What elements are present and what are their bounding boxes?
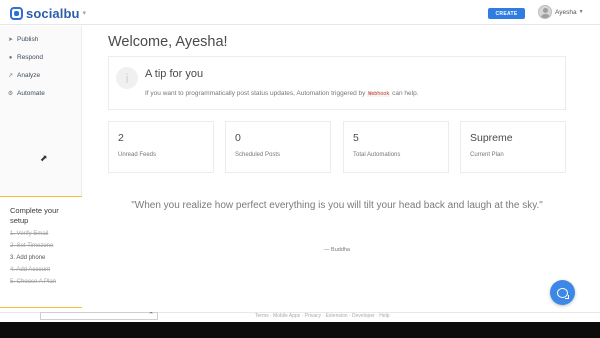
tip-text-after: can help. — [392, 90, 419, 97]
main-content: Welcome, Ayesha! i A tip for you If you … — [83, 26, 600, 322]
stat-label: Scheduled Posts — [235, 152, 281, 158]
setup-panel: Complete your setup 1. Verify Email 2. S… — [0, 196, 82, 322]
tip-text: If you want to programmatically post sta… — [145, 90, 419, 97]
tip-code[interactable]: Webhook — [367, 91, 391, 97]
gears-icon: ⚙ — [7, 91, 14, 97]
stat-card-total-automations[interactable]: 5 Total Automations — [343, 121, 449, 173]
setup-step-choose-plan[interactable]: 5. Choose A Plan — [10, 279, 56, 285]
user-name: Ayesha — [555, 8, 577, 16]
setup-title: Complete your setup — [10, 206, 59, 225]
user-menu[interactable]: Ayesha ▼ — [538, 5, 584, 19]
page-title: Welcome, Ayesha! — [108, 34, 228, 50]
tip-text-before: If you want to programmatically post sta… — [145, 90, 366, 97]
stat-value: 2 — [118, 132, 124, 144]
chevron-down-icon: ▼ — [578, 9, 584, 15]
brand-name: socialbu — [26, 5, 80, 21]
tip-title: A tip for you — [145, 68, 204, 80]
mouse-cursor-icon: ⬈ — [40, 153, 48, 163]
top-bar: socialbu ▾ CREATE Ayesha ▼ — [0, 0, 600, 25]
sidebar-item-analyze[interactable]: ↗ Analyze — [7, 72, 40, 79]
sidebar-item-automate[interactable]: ⚙ Automate — [7, 90, 45, 97]
app-window: socialbu ▾ CREATE Ayesha ▼ ➤ Publish ● R… — [0, 0, 600, 322]
create-button-label: CREATE — [495, 10, 518, 17]
stat-value: 5 — [353, 132, 359, 144]
setup-step-verify-email[interactable]: 1. Verify Email — [10, 231, 48, 237]
sidebar: ➤ Publish ● Respond ↗ Analyze ⚙ Automate… — [0, 26, 82, 322]
paper-plane-icon: ➤ — [7, 37, 14, 43]
tip-card: i A tip for you If you want to programma… — [108, 56, 566, 110]
sidebar-item-label: Analyze — [17, 72, 41, 79]
sidebar-item-respond[interactable]: ● Respond — [7, 54, 43, 61]
stat-card-scheduled-posts[interactable]: 0 Scheduled Posts — [225, 121, 331, 173]
setup-step-set-timezone[interactable]: 2. Set Timezone — [10, 243, 53, 249]
stat-label: Current Plan — [470, 152, 504, 158]
socialbu-logo-icon — [10, 6, 23, 20]
stat-card-unread-feeds[interactable]: 2 Unread Feeds — [108, 121, 214, 173]
chevron-down-icon: ▾ — [82, 10, 87, 17]
stat-label: Total Automations — [353, 152, 401, 158]
setup-step-add-phone[interactable]: 3. Add phone — [10, 255, 45, 261]
screen-border — [0, 322, 600, 338]
chat-button[interactable] — [550, 280, 575, 305]
chart-icon: ↗ — [7, 73, 14, 79]
stat-value: Supreme — [470, 132, 513, 144]
quote-text: "When you realize how perfect everything… — [131, 200, 543, 211]
sidebar-item-publish[interactable]: ➤ Publish — [7, 36, 38, 43]
footer-links[interactable]: Terms · Mobile Apps · Privacy · Extensio… — [255, 313, 390, 319]
stat-label: Unread Feeds — [118, 152, 157, 158]
setup-divider — [0, 307, 82, 308]
sidebar-item-label: Respond — [17, 54, 44, 61]
avatar — [538, 5, 552, 19]
setup-step-add-account[interactable]: 4. Add Account — [10, 267, 50, 273]
stat-card-current-plan[interactable]: Supreme Current Plan — [460, 121, 566, 173]
logo[interactable]: socialbu ▾ — [10, 5, 86, 21]
quote-author: — Buddha — [324, 247, 350, 253]
info-icon: i — [116, 67, 138, 89]
sidebar-item-label: Publish — [17, 36, 39, 43]
create-button[interactable]: CREATE — [488, 8, 525, 19]
chat-icon — [557, 287, 569, 299]
scroll-bar[interactable]: ⌃ — [40, 312, 158, 320]
stat-value: 0 — [235, 132, 241, 144]
chevron-up-icon[interactable]: ⌃ — [148, 311, 154, 319]
sidebar-item-label: Automate — [17, 90, 45, 97]
chat-icon: ● — [8, 54, 13, 61]
